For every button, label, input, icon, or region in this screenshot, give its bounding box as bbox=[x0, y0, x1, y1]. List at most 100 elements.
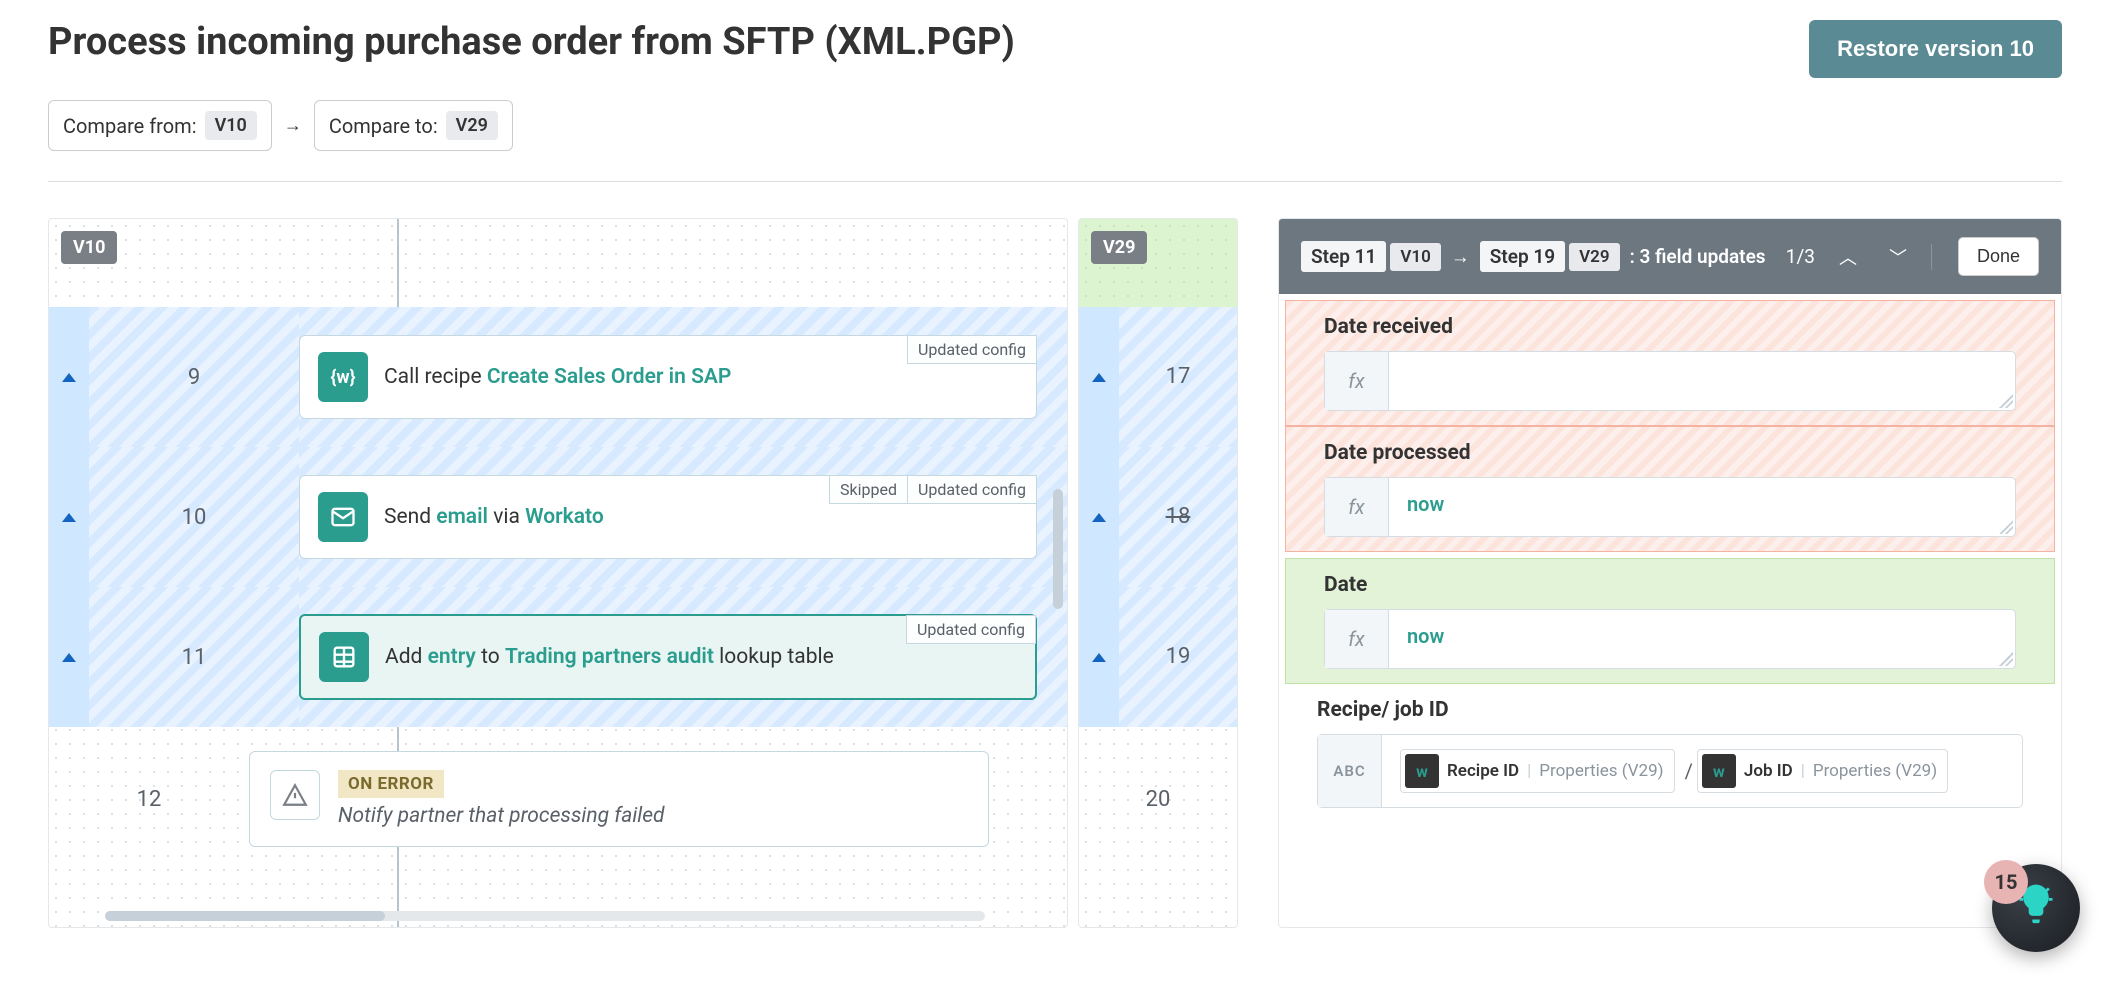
step-row[interactable]: 18 bbox=[1079, 447, 1237, 587]
formula-icon[interactable]: fx bbox=[1325, 478, 1389, 536]
expand-toggle[interactable] bbox=[49, 447, 89, 587]
step-card-selected[interactable]: Updated config Add entry to Trading part… bbox=[299, 614, 1037, 700]
compare-from-select[interactable]: Compare from: V10 bbox=[48, 100, 272, 151]
expand-toggle[interactable] bbox=[49, 587, 89, 727]
field-diff-panel: Step 11 V10 → Step 19 V29 : 3 field upda… bbox=[1278, 218, 2062, 928]
field-value[interactable]: now bbox=[1389, 478, 2015, 536]
separator bbox=[1931, 244, 1932, 270]
field-normal: Recipe/ job ID ABC w Recipe ID | Propert… bbox=[1279, 684, 2061, 822]
step-text: Call recipe Create Sales Order in SAP bbox=[384, 365, 1018, 389]
resize-handle[interactable] bbox=[1999, 652, 2013, 666]
restore-version-button[interactable]: Restore version 10 bbox=[1809, 20, 2062, 78]
step-row[interactable]: 17 bbox=[1079, 307, 1237, 447]
triangle-up-icon bbox=[62, 513, 76, 522]
tag-updated-config: Updated config bbox=[908, 475, 1037, 504]
from-ver-chip: V10 bbox=[1390, 243, 1440, 271]
field-removed: Date processed fx now bbox=[1285, 426, 2055, 552]
step-row[interactable]: 19 bbox=[1079, 587, 1237, 727]
field-label: Date processed bbox=[1324, 441, 2016, 465]
field-value[interactable]: w Recipe ID | Properties (V29) / w Job I… bbox=[1382, 735, 2022, 807]
resize-handle[interactable] bbox=[1999, 394, 2013, 408]
to-step-chip: Step 19 bbox=[1480, 241, 1565, 272]
field-input[interactable]: fx now bbox=[1324, 477, 2016, 537]
step-row[interactable]: 11 Updated config Add entry to T bbox=[49, 587, 1067, 727]
step-number: 12 bbox=[49, 787, 249, 812]
to-ver-chip: V29 bbox=[1569, 243, 1619, 271]
compare-from-value: V10 bbox=[205, 111, 257, 140]
expand-toggle[interactable] bbox=[1079, 307, 1119, 447]
expand-toggle[interactable] bbox=[1079, 587, 1119, 727]
field-label: Recipe/ job ID bbox=[1317, 698, 2023, 722]
step-number: 10 bbox=[89, 447, 299, 587]
resize-handle[interactable] bbox=[1999, 520, 2013, 534]
triangle-up-icon bbox=[62, 373, 76, 382]
page-title: Process incoming purchase order from SFT… bbox=[48, 20, 1015, 64]
field-value[interactable]: now bbox=[1389, 610, 2015, 668]
help-fab[interactable]: 15 bbox=[1992, 864, 2080, 952]
step-number: 20 bbox=[1079, 787, 1237, 812]
field-input[interactable]: ABC w Recipe ID | Properties (V29) / w J… bbox=[1317, 734, 2023, 808]
next-button[interactable]: ﹀ bbox=[1881, 240, 1915, 274]
triangle-up-icon bbox=[1092, 653, 1106, 662]
field-value[interactable] bbox=[1389, 352, 2015, 410]
compare-to-select[interactable]: Compare to: V29 bbox=[314, 100, 513, 151]
text-type-icon[interactable]: ABC bbox=[1318, 735, 1382, 807]
step-card[interactable]: Skipped Updated config Send email via Wo… bbox=[299, 475, 1037, 559]
warning-icon bbox=[270, 770, 320, 820]
step-number: 19 bbox=[1119, 587, 1237, 727]
expand-toggle[interactable] bbox=[49, 307, 89, 447]
email-icon bbox=[318, 492, 368, 542]
diff-header: Step 11 V10 → Step 19 V29 : 3 field upda… bbox=[1279, 219, 2061, 294]
workato-icon: w bbox=[1702, 754, 1736, 788]
step-number: 11 bbox=[89, 587, 299, 727]
column-badge-to: V29 bbox=[1091, 231, 1147, 264]
error-description: Notify partner that processing failed bbox=[338, 804, 665, 828]
recipe-icon: {w} bbox=[318, 352, 368, 402]
from-step-chip: Step 11 bbox=[1301, 241, 1386, 272]
step-row[interactable]: 9 Updated config {w} Call recipe Create … bbox=[49, 307, 1067, 447]
table-icon bbox=[319, 632, 369, 682]
compare-from-label: Compare from: bbox=[63, 114, 197, 138]
divider bbox=[48, 181, 2062, 182]
field-removed: Date received fx bbox=[1285, 300, 2055, 426]
step-text: Send email via Workato bbox=[384, 505, 1018, 529]
prev-button[interactable]: ︿ bbox=[1831, 240, 1865, 274]
triangle-up-icon bbox=[1092, 373, 1106, 382]
workato-icon: w bbox=[1405, 754, 1439, 788]
field-input[interactable]: fx bbox=[1324, 351, 2016, 411]
tag-skipped: Skipped bbox=[829, 475, 908, 504]
version-from-column: V10 9 Updated config {w} bbox=[48, 218, 1068, 928]
triangle-up-icon bbox=[62, 653, 76, 662]
error-step-row: 12 ON ERROR Notify partner that processi… bbox=[49, 729, 1067, 869]
compare-to-value: V29 bbox=[446, 111, 498, 140]
done-button[interactable]: Done bbox=[1958, 237, 2039, 276]
updates-summary: : 3 field updates bbox=[1630, 245, 1766, 268]
step-number: 9 bbox=[89, 307, 299, 447]
scrollbar-horizontal[interactable] bbox=[105, 911, 985, 921]
column-badge-from: V10 bbox=[61, 231, 117, 264]
step-row[interactable]: 10 Skipped Updated config bbox=[49, 447, 1067, 587]
formula-icon[interactable]: fx bbox=[1325, 352, 1389, 410]
arrow-icon: → bbox=[1451, 245, 1470, 269]
triangle-up-icon bbox=[1092, 513, 1106, 522]
separator: / bbox=[1685, 759, 1693, 783]
step-number: 18 bbox=[1119, 447, 1237, 587]
field-label: Date received bbox=[1324, 315, 2016, 339]
expand-toggle[interactable] bbox=[1079, 447, 1119, 587]
field-input[interactable]: fx now bbox=[1324, 609, 2016, 669]
field-label: Date bbox=[1324, 573, 2016, 597]
tag-updated-config: Updated config bbox=[907, 335, 1037, 364]
pill-job-id[interactable]: w Job ID | Properties (V29) bbox=[1697, 749, 1948, 793]
on-error-badge: ON ERROR bbox=[338, 770, 444, 798]
version-to-column: V29 17 18 19 20 bbox=[1078, 218, 1238, 928]
error-card[interactable]: ON ERROR Notify partner that processing … bbox=[249, 751, 989, 847]
compare-to-label: Compare to: bbox=[329, 114, 438, 138]
pill-recipe-id[interactable]: w Recipe ID | Properties (V29) bbox=[1400, 749, 1675, 793]
step-text: Add entry to Trading partners audit look… bbox=[385, 645, 1017, 669]
scrollbar-vertical[interactable] bbox=[1053, 489, 1063, 609]
step-card[interactable]: Updated config {w} Call recipe Create Sa… bbox=[299, 335, 1037, 419]
formula-icon[interactable]: fx bbox=[1325, 610, 1389, 668]
field-added: Date fx now bbox=[1285, 558, 2055, 684]
notification-badge: 15 bbox=[1984, 860, 2028, 904]
nav-count: 1/3 bbox=[1786, 245, 1815, 268]
